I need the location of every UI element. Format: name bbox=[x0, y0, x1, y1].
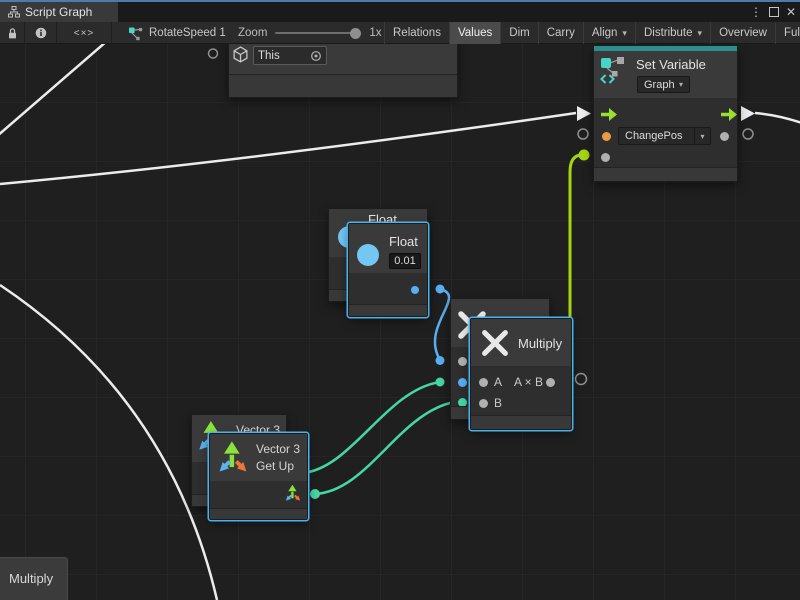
breadcrumb-label: RotateSpeed 1 bbox=[149, 27, 226, 39]
node-set-variable[interactable]: Set Variable Graph ▾ ChangePos ▾ bbox=[593, 45, 738, 182]
variable-scope-dropdown[interactable]: Graph ▾ bbox=[637, 76, 690, 93]
node-subtitle: Get Up bbox=[256, 459, 294, 473]
tab-bar: Script Graph ⋮ ✕ bbox=[0, 2, 800, 22]
wire-endpoint bbox=[436, 285, 445, 294]
graph-window-icon bbox=[8, 6, 20, 18]
multiply-x-icon bbox=[479, 327, 511, 359]
float-icon bbox=[357, 244, 379, 266]
value-output-port[interactable] bbox=[720, 132, 729, 141]
graph-breadcrumb-icon bbox=[128, 26, 143, 41]
node-this[interactable]: This bbox=[228, 44, 458, 98]
node-float[interactable]: Float 0.01 bbox=[348, 223, 428, 317]
float-output-port[interactable] bbox=[411, 286, 419, 294]
node-vector3-get-up[interactable]: Vector 3 Get Up bbox=[209, 433, 308, 520]
toolbar-button-group: Relations Values Dim Carry Align▾ Distri… bbox=[384, 22, 800, 44]
wire-endpoint bbox=[436, 356, 445, 365]
wire-float-to-multiply bbox=[435, 289, 449, 360]
graph-canvas[interactable]: This Set Variable Graph ▾ bbox=[0, 44, 800, 600]
wire-white-upper bbox=[0, 44, 107, 137]
maximize-icon bbox=[769, 7, 779, 17]
window-maximize-button[interactable] bbox=[765, 2, 783, 22]
align-dropdown[interactable]: Align▾ bbox=[583, 22, 635, 44]
float-value-field[interactable]: 0.01 bbox=[389, 253, 421, 269]
gameobject-cube-icon bbox=[232, 46, 249, 63]
wire-endpoint bbox=[436, 378, 445, 387]
value-input-port[interactable] bbox=[601, 153, 610, 162]
input-port-b[interactable] bbox=[479, 399, 488, 408]
port-ring[interactable] bbox=[578, 129, 588, 139]
vector3-icon bbox=[216, 438, 250, 476]
wire-control-into-set-variable bbox=[0, 113, 576, 184]
wire-control-out-of-set-variable bbox=[755, 113, 800, 123]
port-ring[interactable] bbox=[209, 49, 218, 58]
node-title: Vector 3 bbox=[256, 442, 300, 456]
graph-toolbar: <×> RotateSpeed 1 Zoom 1x Relations Valu… bbox=[0, 22, 800, 44]
info-button[interactable] bbox=[25, 22, 57, 44]
node-title: Set Variable bbox=[636, 57, 706, 72]
fullscreen-button[interactable]: Full Screen bbox=[775, 22, 800, 44]
node-multiply[interactable]: Multiply A A × B B bbox=[470, 318, 572, 430]
zoom-slider[interactable] bbox=[275, 32, 361, 34]
wire-endpoint bbox=[310, 489, 320, 499]
control-arrowhead-in bbox=[577, 106, 591, 121]
dim-button[interactable]: Dim bbox=[500, 22, 537, 44]
variable-name-dropdown[interactable]: ChangePos ▾ bbox=[618, 127, 711, 145]
port-ring[interactable] bbox=[743, 129, 753, 139]
set-variable-icon bbox=[599, 55, 627, 85]
object-picker-icon[interactable] bbox=[310, 50, 322, 62]
control-input-port[interactable] bbox=[600, 107, 618, 122]
control-arrowhead-out bbox=[741, 106, 755, 121]
distribute-dropdown[interactable]: Distribute▾ bbox=[635, 22, 710, 44]
zoom-slider-knob[interactable] bbox=[350, 28, 361, 39]
output-port-axb[interactable] bbox=[546, 378, 555, 387]
overview-button[interactable]: Overview bbox=[710, 22, 775, 44]
node-title: Multiply bbox=[518, 336, 562, 351]
variable-name-port[interactable] bbox=[602, 132, 611, 141]
node-title: Float bbox=[389, 234, 418, 249]
zoom-label: Zoom bbox=[238, 27, 267, 39]
wire-white-diagonal bbox=[0, 285, 217, 600]
chevron-down-icon: ▾ bbox=[698, 28, 703, 39]
input-port-connected-blue[interactable] bbox=[458, 378, 467, 387]
window-menu-button[interactable]: ⋮ bbox=[749, 2, 763, 22]
input-port-a[interactable] bbox=[479, 378, 488, 387]
info-icon bbox=[35, 27, 47, 39]
unity-script-graph-window: Script Graph ⋮ ✕ <×> bbox=[0, 0, 800, 600]
chevron-down-icon: ▾ bbox=[622, 28, 627, 39]
tab-script-graph[interactable]: Script Graph bbox=[0, 2, 118, 22]
tab-label: Script Graph bbox=[25, 5, 92, 19]
carry-button[interactable]: Carry bbox=[538, 22, 583, 44]
code-icon: <×> bbox=[74, 28, 95, 39]
lock-icon bbox=[7, 27, 18, 40]
wire-vector3-to-multiply-a bbox=[303, 382, 440, 473]
zoom-value: 1x bbox=[369, 27, 381, 39]
chevron-down-icon: ▾ bbox=[694, 128, 710, 144]
input-port-a[interactable] bbox=[458, 357, 467, 366]
wire-endpoint bbox=[579, 150, 590, 161]
values-button[interactable]: Values bbox=[449, 22, 500, 44]
wire-multiply-to-set-variable bbox=[570, 155, 582, 344]
breadcrumb[interactable]: RotateSpeed 1 bbox=[122, 22, 226, 44]
port-ring[interactable] bbox=[576, 374, 587, 385]
this-object-field[interactable]: This bbox=[253, 46, 327, 65]
node-hint-multiply[interactable]: Multiply bbox=[0, 557, 68, 600]
chevron-down-icon: ▾ bbox=[679, 80, 683, 89]
window-close-button[interactable]: ✕ bbox=[783, 2, 799, 22]
control-output-port[interactable] bbox=[720, 107, 738, 122]
wire-getup-to-multiply-b bbox=[315, 401, 460, 494]
zoom-control: Zoom 1x bbox=[238, 22, 382, 44]
lock-button[interactable] bbox=[0, 22, 25, 44]
edit-source-button[interactable]: <×> bbox=[57, 22, 112, 44]
vector3-output-port[interactable] bbox=[284, 483, 302, 503]
relations-button[interactable]: Relations bbox=[384, 22, 449, 44]
